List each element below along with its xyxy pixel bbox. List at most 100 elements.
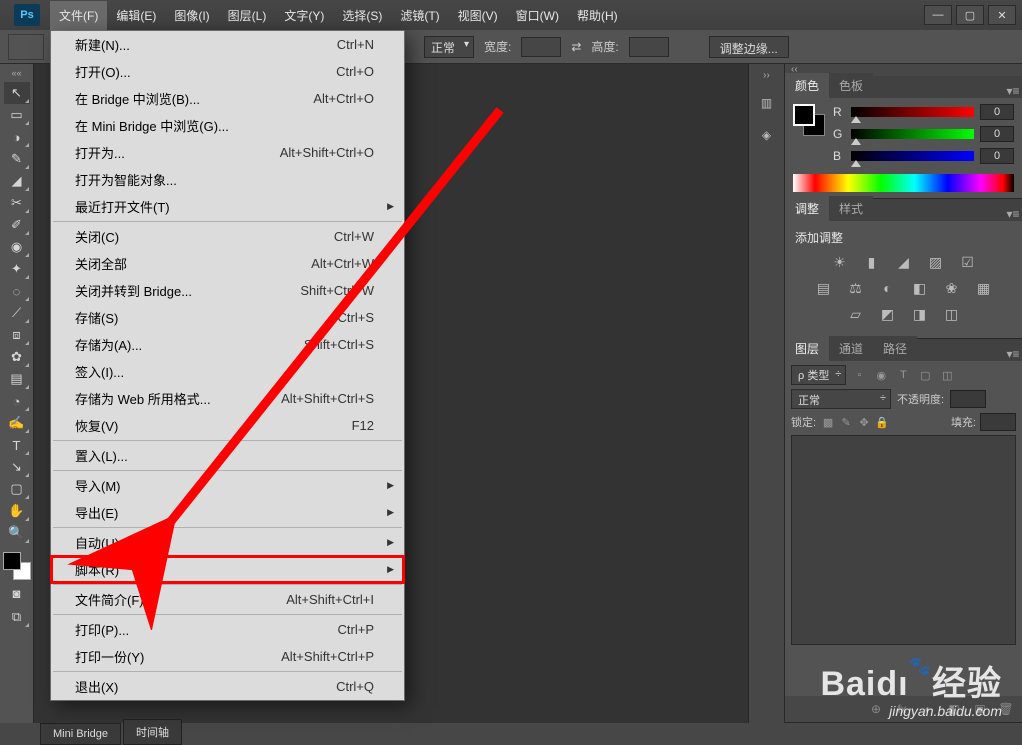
panel-menu-icon[interactable]: ▾≡ — [1004, 207, 1022, 221]
adjustment-icon[interactable]: ☑ — [957, 252, 979, 272]
layer-filter-icon[interactable]: ▢ — [916, 366, 934, 384]
adjustment-icon[interactable]: ❀ — [941, 278, 963, 298]
menu-9[interactable]: 帮助(H) — [568, 1, 627, 30]
adjustment-icon[interactable]: ▮ — [861, 252, 883, 272]
dock-icon-0[interactable]: ▥ — [753, 90, 781, 116]
menu-item[interactable]: 关闭全部Alt+Ctrl+W — [51, 250, 404, 277]
tool-5[interactable]: ✂ — [4, 192, 30, 214]
slider-value-B[interactable]: 0 — [980, 148, 1014, 164]
menu-8[interactable]: 窗口(W) — [507, 1, 568, 30]
tab-adjustments[interactable]: 调整 — [785, 196, 829, 221]
tool-18[interactable]: ▢ — [4, 478, 30, 500]
menu-0[interactable]: 文件(F) — [50, 1, 107, 30]
tool-1[interactable]: ▭ — [4, 104, 30, 126]
blend-mode-dropdown[interactable]: 正常 — [424, 36, 474, 58]
slider-R[interactable] — [851, 107, 974, 117]
menu-7[interactable]: 视图(V) — [449, 1, 507, 30]
adjustment-icon[interactable]: ◩ — [877, 304, 899, 324]
lock-icon[interactable]: 🔒 — [874, 414, 890, 430]
foreground-color-swatch[interactable] — [3, 552, 21, 570]
tool-11[interactable]: ⧈ — [4, 324, 30, 346]
tool-0[interactable]: ↖ — [4, 82, 30, 104]
tool-10[interactable]: ⟋ — [4, 302, 30, 324]
adjustment-icon[interactable]: ▦ — [973, 278, 995, 298]
layer-footer-icon[interactable]: fx — [892, 700, 912, 718]
slider-G[interactable] — [851, 129, 974, 139]
slider-value-G[interactable]: 0 — [980, 126, 1014, 142]
opacity-field[interactable] — [950, 390, 986, 408]
minimize-button[interactable]: — — [924, 5, 952, 25]
menu-item[interactable]: 打印一份(Y)Alt+Shift+Ctrl+P — [51, 643, 404, 670]
layer-filter-kind[interactable]: ρ 类型 — [791, 365, 846, 385]
menu-item[interactable]: 存储为 Web 所用格式...Alt+Shift+Ctrl+S — [51, 385, 404, 412]
menu-4[interactable]: 文字(Y) — [275, 1, 333, 30]
tool-6[interactable]: ✐ — [4, 214, 30, 236]
adjustment-icon[interactable]: ⚖ — [845, 278, 867, 298]
width-field[interactable] — [521, 37, 561, 57]
color-swatches[interactable] — [3, 552, 31, 580]
menu-item[interactable]: 文件简介(F)...Alt+Shift+Ctrl+I — [51, 586, 404, 613]
dock-expand[interactable]: ›› — [752, 70, 782, 82]
tab-layers[interactable]: 图层 — [785, 336, 829, 361]
tool-9[interactable]: ◌ — [4, 280, 30, 302]
layer-footer-icon[interactable]: ▣ — [970, 700, 990, 718]
menu-5[interactable]: 选择(S) — [333, 1, 391, 30]
panel-menu-icon[interactable]: ▾≡ — [1004, 347, 1022, 361]
height-field[interactable] — [629, 37, 669, 57]
tool-20[interactable]: 🔍 — [4, 522, 30, 544]
tool-16[interactable]: T — [4, 434, 30, 456]
tool-17[interactable]: ↘ — [4, 456, 30, 478]
menu-item[interactable]: 导入(M) — [51, 472, 404, 499]
close-button[interactable]: ✕ — [988, 5, 1016, 25]
menu-item[interactable]: 打开为...Alt+Shift+Ctrl+O — [51, 139, 404, 166]
lock-icon[interactable]: ✥ — [856, 414, 872, 430]
menu-item[interactable]: 打印(P)...Ctrl+P — [51, 616, 404, 643]
fgbg-preview[interactable] — [793, 104, 825, 136]
layer-footer-icon[interactable]: ⊕ — [866, 700, 886, 718]
menu-item[interactable]: 存储(S)Ctrl+S — [51, 304, 404, 331]
tool-14[interactable]: ◔ — [4, 390, 30, 412]
lock-icon[interactable]: ▩ — [820, 414, 836, 430]
menu-item[interactable]: 打开(O)...Ctrl+O — [51, 58, 404, 85]
menu-item[interactable]: 关闭并转到 Bridge...Shift+Ctrl+W — [51, 277, 404, 304]
panel-menu-icon[interactable]: ▾≡ — [1004, 84, 1022, 98]
layer-filter-icon[interactable]: T — [894, 366, 912, 384]
refine-edge-button[interactable]: 调整边缘... — [709, 36, 789, 58]
menu-3[interactable]: 图层(L) — [219, 1, 276, 30]
menu-item[interactable]: 退出(X)Ctrl+Q — [51, 673, 404, 700]
menu-item[interactable]: 在 Bridge 中浏览(B)...Alt+Ctrl+O — [51, 85, 404, 112]
menu-item[interactable]: 置入(L)... — [51, 442, 404, 469]
tool-19[interactable]: ✋ — [4, 500, 30, 522]
adjustment-icon[interactable]: ☀ — [829, 252, 851, 272]
adjustment-icon[interactable]: ▨ — [925, 252, 947, 272]
quickmask-icon[interactable]: ◙ — [4, 582, 30, 604]
fill-field[interactable] — [980, 413, 1016, 431]
tool-3[interactable]: ✎ — [4, 148, 30, 170]
adjustment-icon[interactable]: ◫ — [941, 304, 963, 324]
adjustment-icon[interactable]: ◢ — [893, 252, 915, 272]
tab-mini-bridge[interactable]: Mini Bridge — [40, 723, 121, 745]
menu-item[interactable]: 导出(E) — [51, 499, 404, 526]
dock-icon-1[interactable]: ◈ — [753, 122, 781, 148]
tab-paths[interactable]: 路径 — [873, 336, 917, 361]
layer-filter-icon[interactable]: ◫ — [938, 366, 956, 384]
slider-B[interactable] — [851, 151, 974, 161]
maximize-button[interactable]: ▢ — [956, 5, 984, 25]
tool-7[interactable]: ◉ — [4, 236, 30, 258]
adjustment-icon[interactable]: ▱ — [845, 304, 867, 324]
menu-item[interactable]: 在 Mini Bridge 中浏览(G)... — [51, 112, 404, 139]
adjustment-icon[interactable]: ◧ — [909, 278, 931, 298]
menu-item[interactable]: 新建(N)...Ctrl+N — [51, 31, 404, 58]
menu-item[interactable]: 恢复(V)F12 — [51, 412, 404, 439]
menu-6[interactable]: 滤镜(T) — [391, 1, 448, 30]
layer-footer-icon[interactable]: ◐ — [918, 700, 938, 718]
layer-filter-icon[interactable]: ◉ — [872, 366, 890, 384]
layer-list[interactable] — [791, 435, 1016, 645]
swap-icon[interactable]: ⇄ — [571, 40, 581, 54]
menu-item[interactable]: 关闭(C)Ctrl+W — [51, 223, 404, 250]
tool-15[interactable]: ✍ — [4, 412, 30, 434]
tab-color[interactable]: 颜色 — [785, 73, 829, 98]
menu-2[interactable]: 图像(I) — [165, 1, 218, 30]
adjustment-icon[interactable]: ▤ — [813, 278, 835, 298]
layer-footer-icon[interactable]: 🗑 — [996, 700, 1016, 718]
